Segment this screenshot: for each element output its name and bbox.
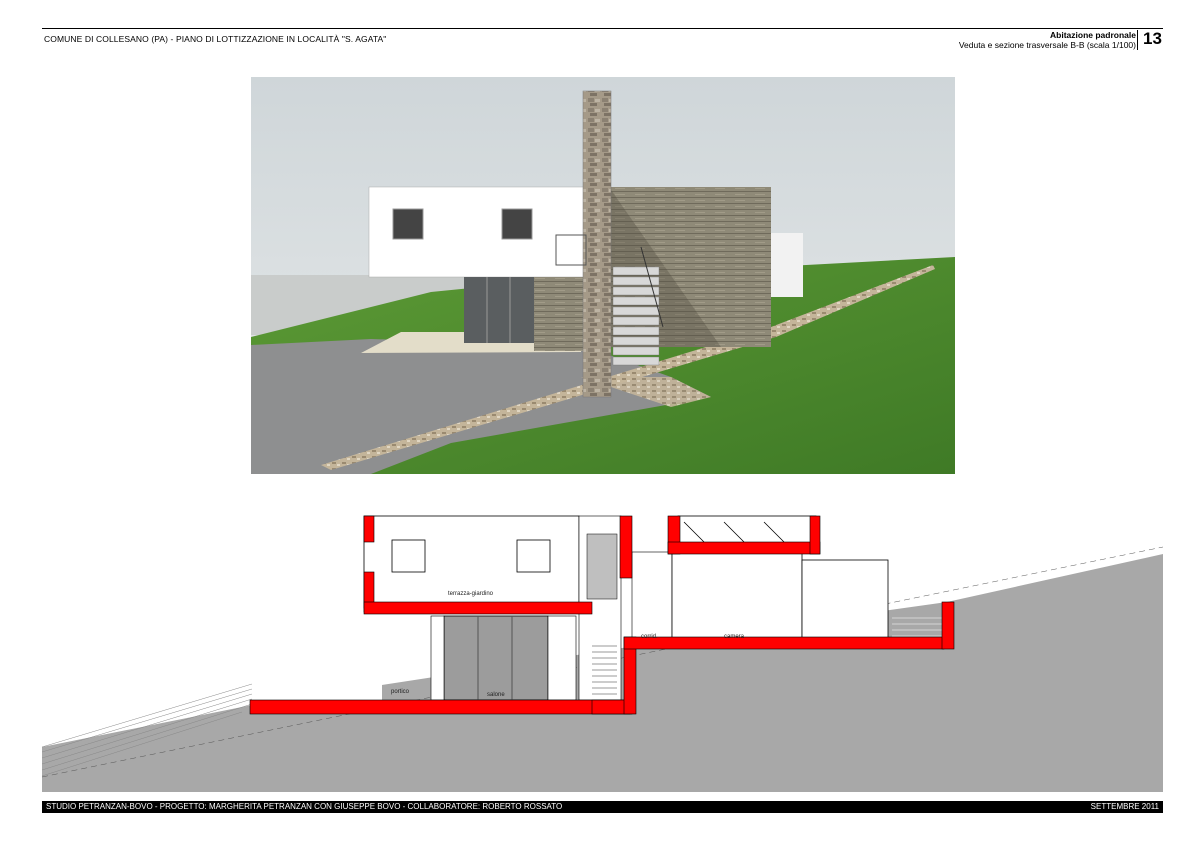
header-separator bbox=[1137, 30, 1138, 50]
label-corridor: corrid. bbox=[641, 634, 658, 640]
section-drawing bbox=[41, 512, 1164, 796]
footer-credits: STUDIO PETRANZAN-BOVO - PROGETTO: MARGHE… bbox=[46, 802, 563, 811]
label-living-room: salone bbox=[487, 692, 505, 698]
page-number: 13 bbox=[1143, 29, 1162, 48]
label-terrace: terrazza-giardino bbox=[448, 591, 494, 597]
project-title: COMUNE DI COLLESANO (PA) - PIANO DI LOTT… bbox=[44, 34, 387, 44]
render-illustration bbox=[251, 77, 955, 474]
render-view bbox=[251, 77, 955, 474]
sheet-title: Abitazione padronale bbox=[1050, 30, 1136, 40]
sheet-subtitle: Veduta e sezione trasversale B-B (scala … bbox=[958, 40, 1136, 50]
label-bedroom: camera bbox=[724, 634, 745, 640]
footer-date: SETTEMBRE 2011 bbox=[1090, 802, 1159, 811]
sheet-title-block: Abitazione padronale Veduta e sezione tr… bbox=[959, 30, 1136, 50]
section-illustration bbox=[41, 515, 1164, 792]
footer-bar: STUDIO PETRANZAN-BOVO - PROGETTO: MARGHE… bbox=[42, 801, 1163, 813]
header-rule bbox=[42, 28, 1163, 29]
label-portico: portico bbox=[391, 689, 410, 695]
